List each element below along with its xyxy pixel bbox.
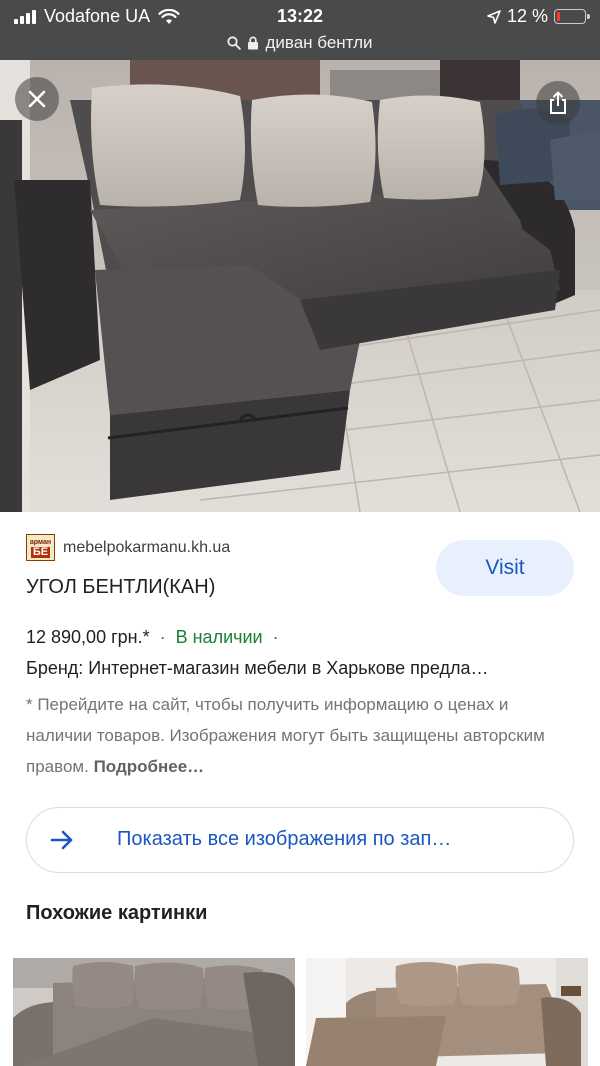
close-button[interactable]	[15, 77, 59, 121]
sofa-photo	[0, 60, 600, 512]
battery-icon	[554, 9, 590, 24]
favicon-bottom-text: БЕ	[30, 545, 51, 558]
url-query: диван бентли	[265, 33, 373, 52]
copyright-disclaimer: * Перейдите на сайт, чтобы получить инфо…	[26, 689, 574, 782]
similar-image-1-photo	[13, 958, 295, 1066]
close-icon	[28, 90, 46, 108]
separator-dot: ·	[272, 627, 279, 647]
location-arrow-icon	[487, 9, 501, 24]
similar-image-2[interactable]	[306, 958, 588, 1066]
product-title[interactable]: УГОЛ БЕНТЛИ(КАН)	[26, 576, 215, 599]
status-bar: Vodafone UA 13:22 12 % диван бентли	[0, 0, 600, 60]
battery-percent: 12 %	[506, 6, 548, 26]
arrow-right-icon	[50, 830, 73, 850]
similar-image-1[interactable]	[13, 958, 295, 1066]
price-row: 12 890,00 грн.* · В наличии ·	[26, 627, 279, 648]
availability: В наличии	[175, 627, 263, 647]
share-button[interactable]	[536, 81, 580, 125]
site-domain: mebelpokarmanu.kh.ua	[63, 538, 231, 556]
site-favicon: арман БЕ	[26, 534, 55, 561]
show-all-images-button[interactable]: Показать все изображения по зап…	[26, 807, 574, 873]
show-all-label: Показать все изображения по зап…	[117, 828, 452, 850]
similar-image-2-photo	[306, 958, 588, 1066]
more-link[interactable]: Подробнее…	[94, 757, 205, 776]
share-icon	[550, 91, 566, 114]
url-bar[interactable]: диван бентли	[0, 33, 600, 53]
price: 12 890,00 грн.*	[26, 627, 150, 647]
separator-dot: ·	[159, 627, 166, 647]
product-image[interactable]	[0, 60, 600, 512]
status-right: 12 %	[487, 6, 590, 27]
similar-images-heading: Похожие картинки	[26, 902, 208, 924]
search-icon	[227, 36, 242, 50]
battery-level	[557, 12, 561, 21]
lock-icon	[248, 36, 259, 50]
visit-button[interactable]: Visit	[436, 540, 574, 596]
brand-description: Бренд: Интернет-магазин мебели в Харьков…	[26, 658, 489, 678]
source-site[interactable]: арман БЕ mebelpokarmanu.kh.ua	[26, 534, 230, 561]
